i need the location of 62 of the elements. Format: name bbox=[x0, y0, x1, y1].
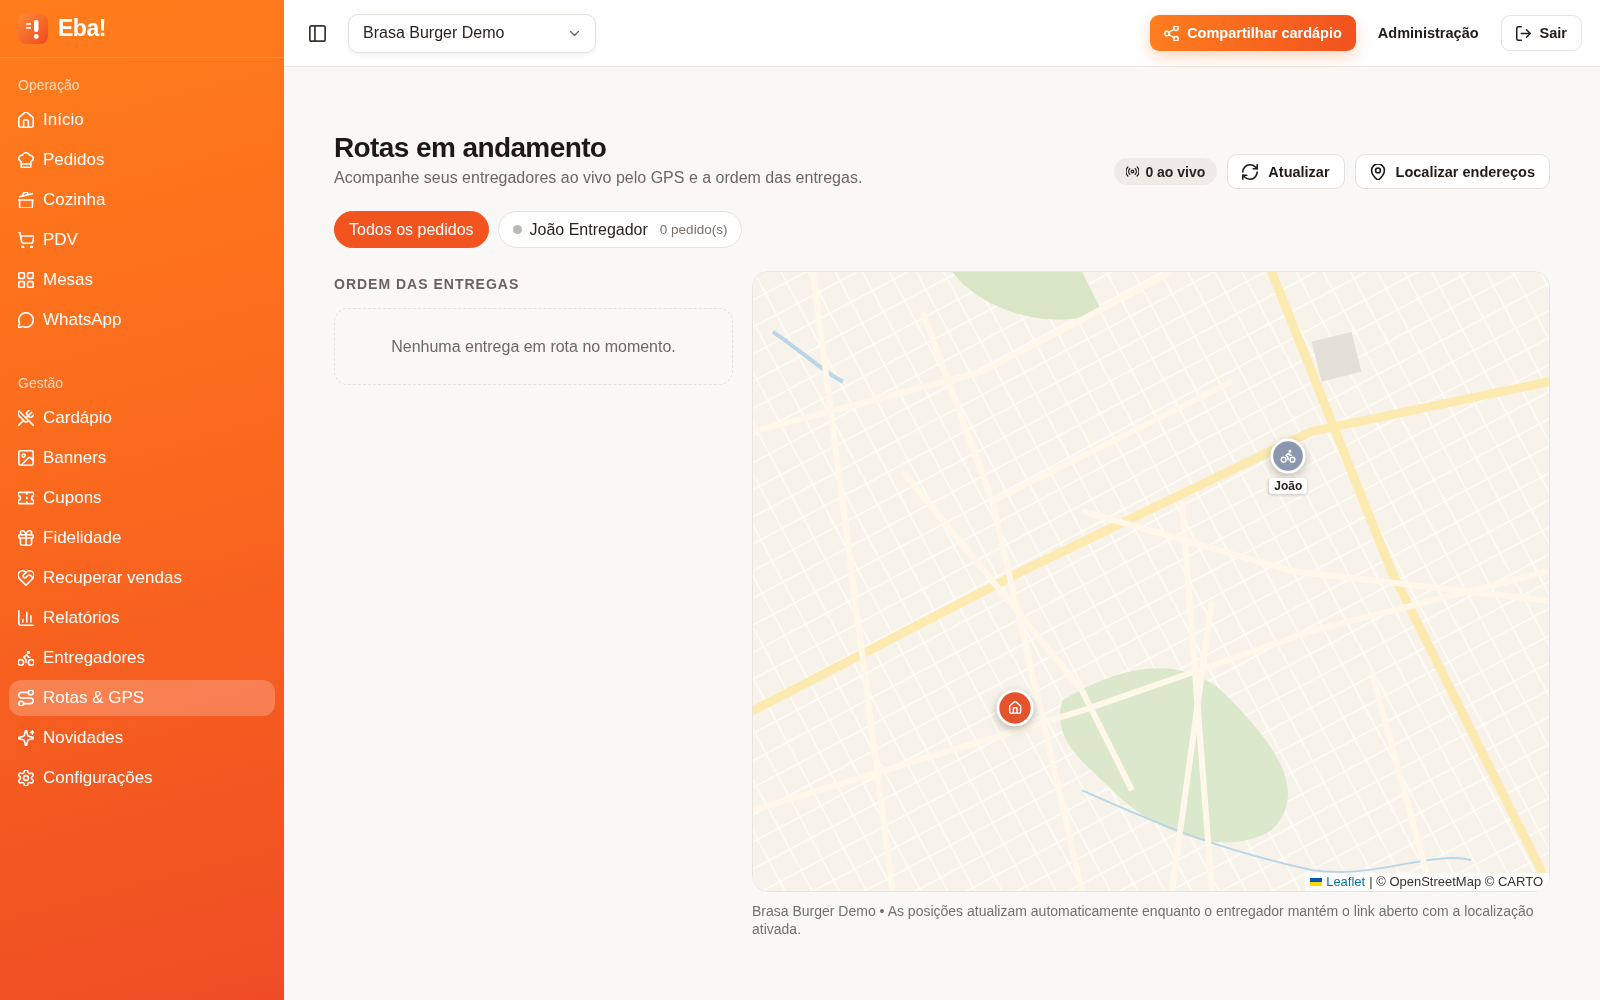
nav-item[interactable]: Relatórios bbox=[9, 600, 275, 636]
empty-message: Nenhuma entrega em rota no momento. bbox=[391, 337, 676, 356]
nav-item[interactable]: WhatsApp bbox=[9, 302, 275, 338]
sparkles-icon bbox=[18, 730, 34, 746]
live-badge: 0 ao vivo bbox=[1114, 158, 1218, 185]
flag-icon bbox=[1310, 877, 1323, 886]
chat-bubble-icon bbox=[18, 312, 34, 328]
share-menu-button[interactable]: Compartilhar cardápio bbox=[1150, 15, 1356, 51]
fork-knife-icon bbox=[18, 410, 34, 426]
admin-link[interactable]: Administração bbox=[1366, 15, 1490, 51]
house-marker-icon[interactable] bbox=[995, 689, 1034, 728]
ticket-icon bbox=[18, 490, 34, 506]
nav-item[interactable]: Novidades bbox=[9, 720, 275, 756]
nav-item[interactable]: Cupons bbox=[9, 480, 275, 516]
image-icon bbox=[18, 450, 34, 466]
section-heading: ORDEM DAS ENTREGAS bbox=[334, 275, 521, 293]
nav-item[interactable]: Mesas bbox=[9, 262, 275, 298]
nav-item[interactable]: Fidelidade bbox=[9, 520, 275, 556]
locate-button[interactable]: Localizar endereços bbox=[1354, 154, 1550, 189]
cooking-pot-icon bbox=[18, 192, 34, 208]
store-select[interactable]: Brasa Burger Demo bbox=[348, 13, 596, 53]
grid-icon bbox=[18, 272, 34, 288]
page-subtitle: Acompanhe seus entregadores ao vivo pelo GPS e a ordem das entregas. bbox=[334, 168, 863, 188]
nav-item[interactable]: Cozinha bbox=[9, 182, 275, 218]
bicycle-icon bbox=[18, 650, 34, 666]
brand-name: Eba! bbox=[58, 15, 106, 42]
chef-hat-icon bbox=[18, 152, 34, 168]
page-title: Rotas em andamento bbox=[334, 131, 608, 165]
section-label: Operação bbox=[17, 76, 81, 95]
map-pin-icon bbox=[1369, 163, 1386, 180]
logout-button[interactable]: Sair bbox=[1500, 15, 1582, 51]
refresh-icon bbox=[1242, 163, 1259, 180]
panel-icon[interactable] bbox=[309, 24, 326, 42]
nav-item[interactable]: Entregadores bbox=[9, 640, 275, 676]
map-footnote: Brasa Burger Demo • As posições atualizam automaticamente enquanto o entregador mantém o link aberto com a localização ativada. bbox=[752, 902, 1535, 938]
nav-item[interactable]: Recuperar vendas bbox=[9, 560, 275, 596]
filter-chip[interactable]: João Entregador 0 pedido(s) bbox=[497, 211, 743, 248]
share-icon bbox=[1164, 25, 1180, 41]
gift-icon bbox=[18, 530, 34, 546]
home-icon bbox=[18, 112, 34, 128]
section-label: Gestão bbox=[17, 374, 65, 393]
broadcast-icon bbox=[1126, 165, 1140, 178]
filter-chip[interactable]: Todos os pedidos bbox=[334, 211, 489, 248]
nav-item[interactable]: Banners bbox=[9, 440, 275, 476]
nav-item[interactable]: Início bbox=[9, 102, 275, 138]
order-count: 0 pedido(s) bbox=[659, 222, 728, 237]
bicycle-marker-icon[interactable] bbox=[1270, 438, 1307, 475]
logout-icon bbox=[1515, 25, 1531, 41]
nav-item[interactable]: Cardápio bbox=[9, 400, 275, 436]
nav-item[interactable]: Configurações bbox=[9, 760, 275, 796]
settings-icon bbox=[18, 770, 34, 786]
nav-item[interactable]: Rotas & GPS bbox=[9, 680, 275, 716]
route-icon bbox=[18, 690, 34, 706]
nav-item[interactable]: PDV bbox=[9, 222, 275, 258]
leaflet-link[interactable]: Leaflet bbox=[1326, 874, 1366, 889]
logo-icon bbox=[18, 13, 48, 44]
refresh-button[interactable]: Atualizar bbox=[1227, 154, 1345, 189]
cart-icon bbox=[18, 232, 34, 248]
heart-icon bbox=[18, 570, 34, 586]
bar-chart-icon bbox=[18, 610, 34, 626]
nav-item[interactable]: Pedidos bbox=[9, 142, 275, 178]
attribution-text: | © OpenStreetMap © CARTO bbox=[1369, 874, 1543, 889]
